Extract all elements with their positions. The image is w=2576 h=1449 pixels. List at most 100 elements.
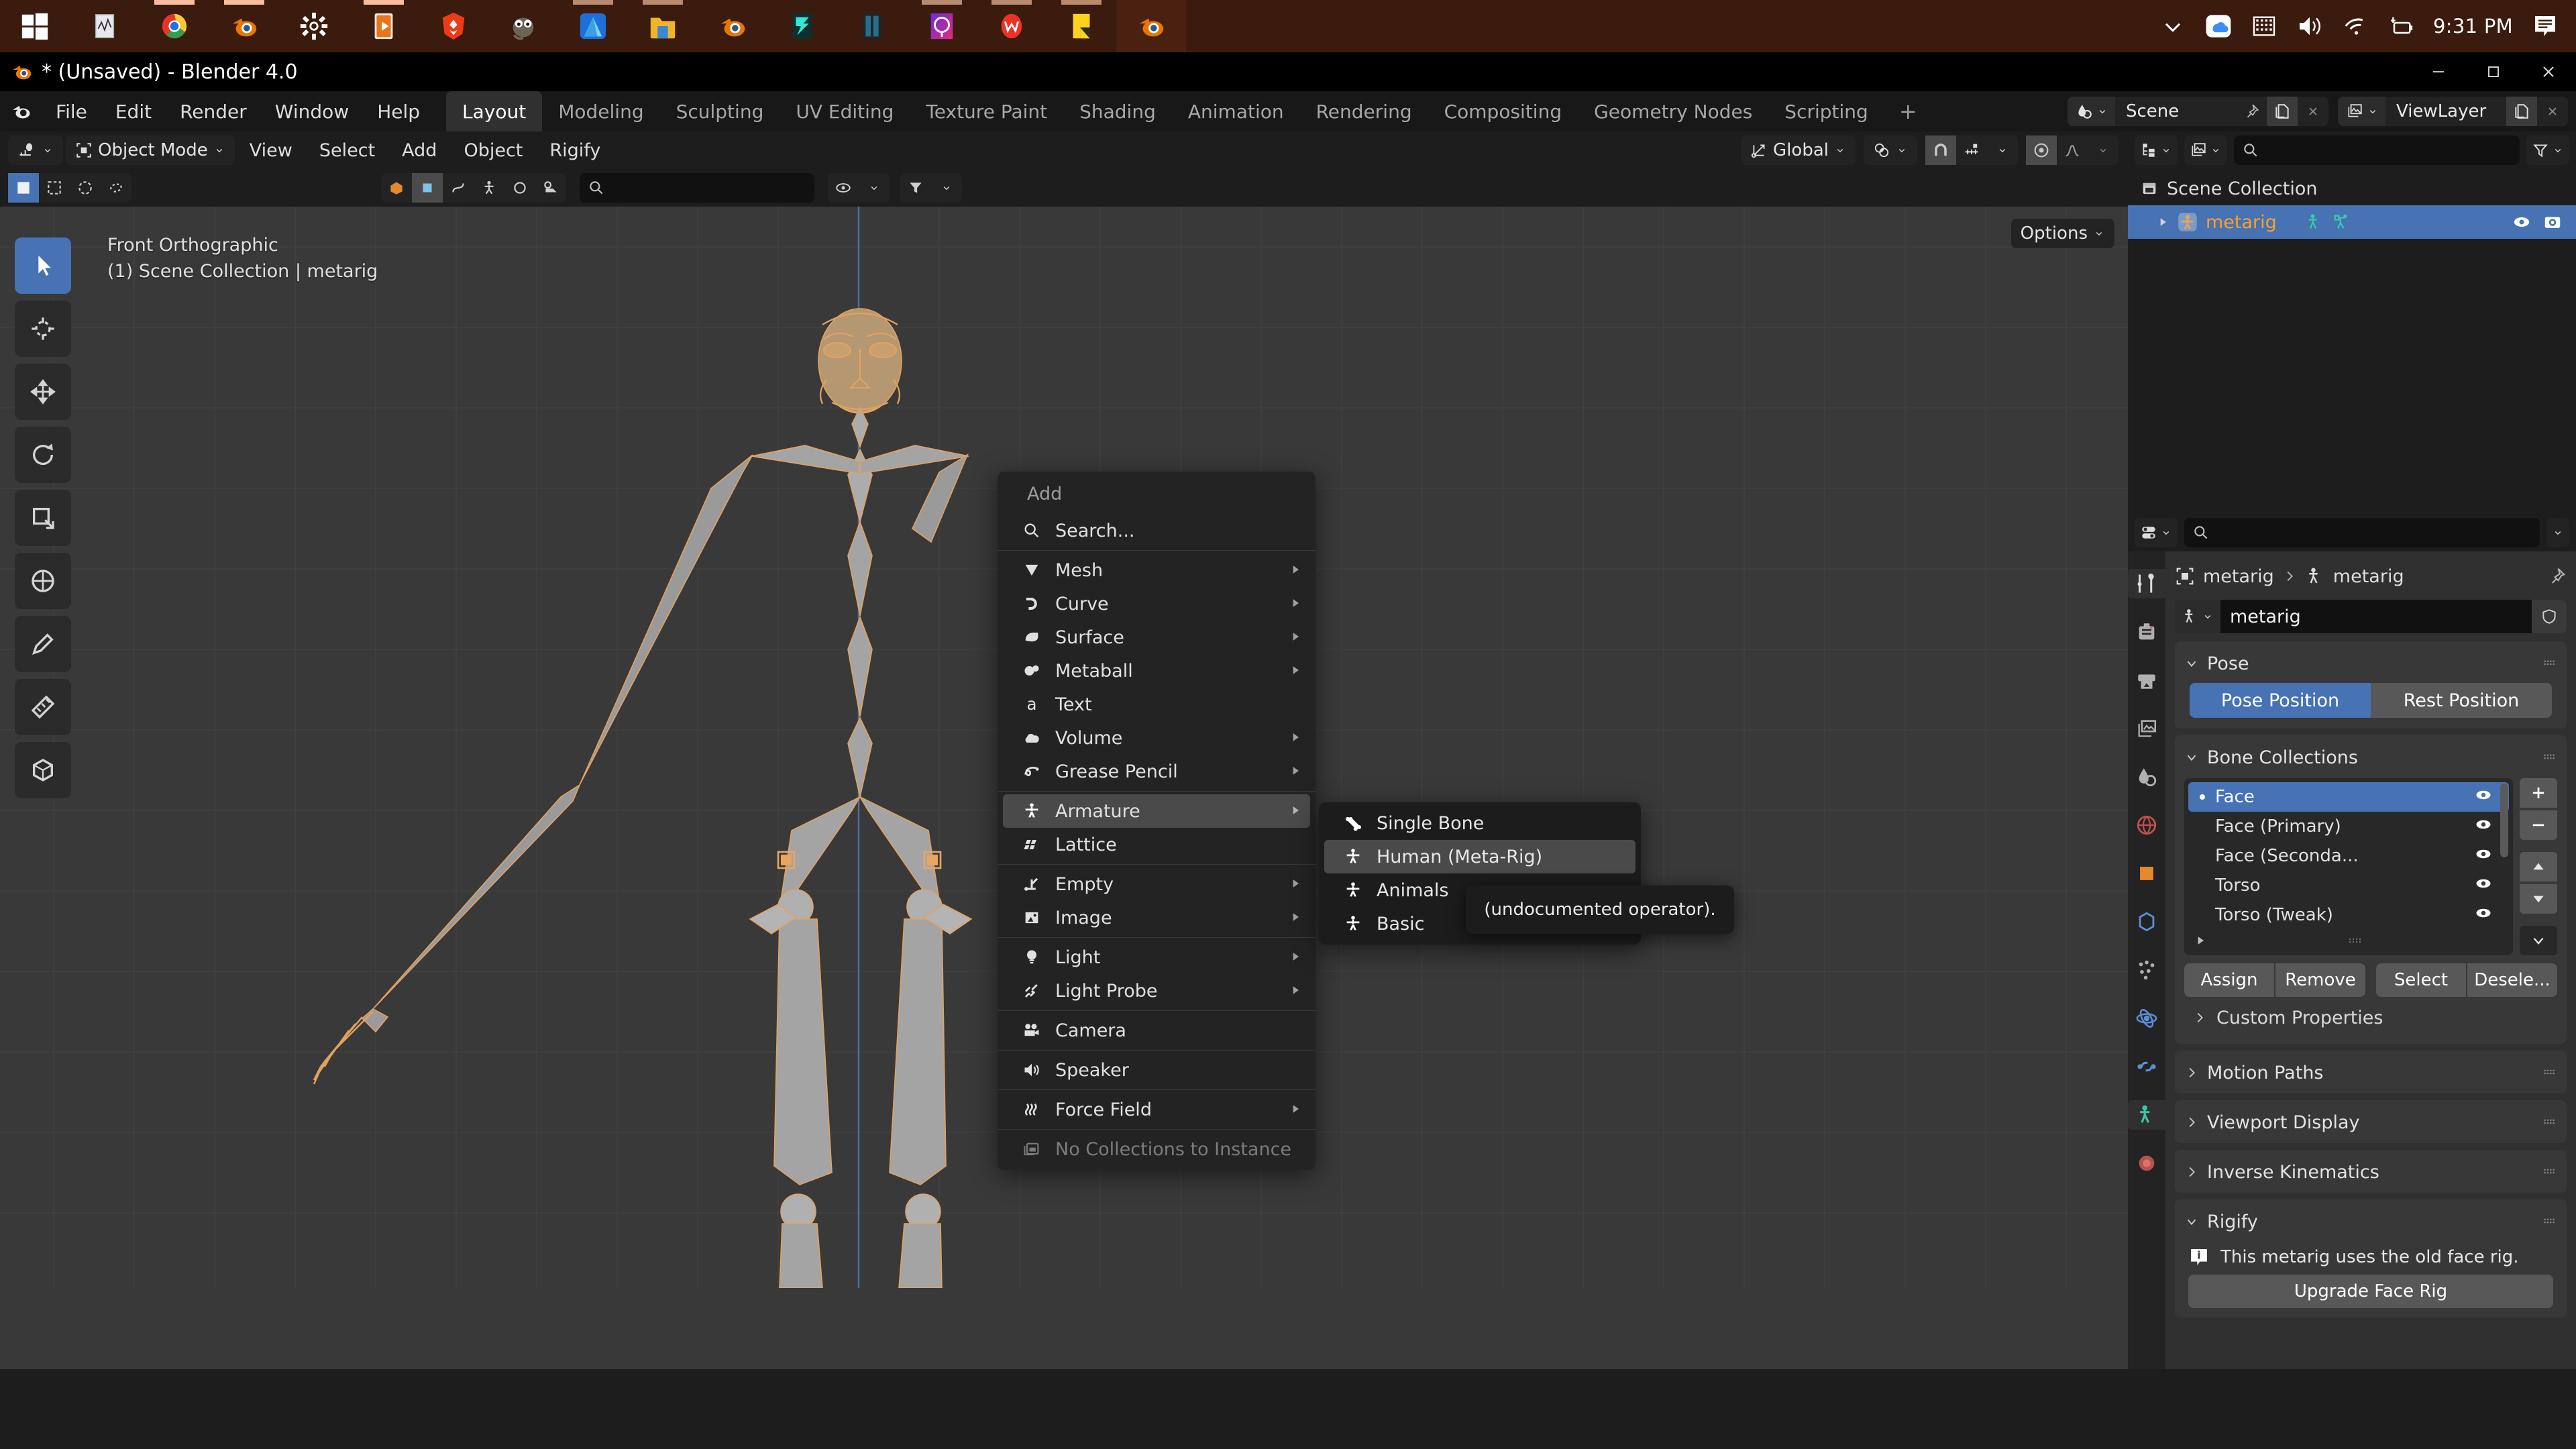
- filter-object-icon[interactable]: [412, 173, 443, 203]
- collection-specials-button[interactable]: [2520, 926, 2557, 955]
- remove-button[interactable]: Remove: [2275, 963, 2365, 997]
- add-menu-item-image[interactable]: Image: [1003, 901, 1310, 934]
- taskbar-item-fl-studio[interactable]: [767, 0, 837, 52]
- bone-collection-row-torso[interactable]: Torso: [2188, 871, 2509, 900]
- tab-uv-editing[interactable]: UV Editing: [780, 91, 910, 131]
- add-menu-item-metaball[interactable]: Metaball: [1003, 654, 1310, 688]
- pose-panel-header[interactable]: Pose: [2184, 648, 2557, 679]
- proportional-editing-group[interactable]: [2026, 136, 2118, 165]
- bone-collection-row-face-secondary[interactable]: Face (Seconda...: [2188, 841, 2509, 871]
- breadcrumb-object-name[interactable]: metarig: [2203, 566, 2274, 587]
- wifi-icon[interactable]: [2342, 13, 2369, 40]
- volume-icon[interactable]: [2296, 13, 2323, 40]
- transform-tool[interactable]: [15, 553, 71, 609]
- outliner-row-metarig[interactable]: metarig: [2128, 205, 2576, 239]
- annotate-tool[interactable]: [15, 616, 71, 672]
- notifications-icon[interactable]: [2532, 13, 2559, 40]
- armature-name-field[interactable]: metarig: [2175, 600, 2567, 633]
- drag-grip-icon[interactable]: [2540, 1114, 2557, 1131]
- tab-shading[interactable]: Shading: [1063, 91, 1172, 131]
- add-menu-item-camera[interactable]: Camera: [1003, 1014, 1310, 1047]
- filter-mesh-icon[interactable]: [381, 173, 412, 203]
- viewport-display-panel[interactable]: Viewport Display: [2175, 1100, 2567, 1143]
- tab-constraints[interactable]: [2132, 1052, 2161, 1081]
- filter-curve-icon[interactable]: [443, 173, 474, 203]
- taskbar-item-settings-gear[interactable]: [279, 0, 349, 52]
- circle-select-icon[interactable]: [70, 173, 101, 203]
- scene-field[interactable]: Scene: [2068, 97, 2328, 126]
- maximize-button[interactable]: [2466, 52, 2521, 91]
- tab-texture-paint[interactable]: Texture Paint: [910, 91, 1063, 131]
- pose-icon[interactable]: [2332, 213, 2351, 231]
- bone-collection-row-torso-tweak[interactable]: Torso (Tweak): [2188, 900, 2509, 930]
- filter-sort-group[interactable]: [900, 173, 962, 203]
- add-menu-search[interactable]: Search...: [1003, 514, 1310, 547]
- drag-grip-icon[interactable]: [2540, 749, 2557, 766]
- battery-charging-icon[interactable]: [2387, 13, 2414, 40]
- eye-icon[interactable]: [2474, 815, 2493, 839]
- menu-window[interactable]: Window: [261, 91, 363, 131]
- taskbar-clock[interactable]: 9:31 PM: [2433, 15, 2513, 38]
- motion-paths-panel[interactable]: Motion Paths: [2175, 1051, 2567, 1093]
- tab-tool[interactable]: [2128, 569, 2165, 598]
- tab-scripting[interactable]: Scripting: [1768, 91, 1884, 131]
- add-collection-button[interactable]: [2520, 778, 2557, 808]
- visibility-chevron-icon[interactable]: [859, 173, 890, 203]
- box-select-icon[interactable]: [39, 173, 70, 203]
- filter-mode-group[interactable]: [381, 173, 566, 203]
- bone-collections-panel-header[interactable]: Bone Collections: [2184, 742, 2557, 773]
- add-cube-tool[interactable]: [15, 742, 71, 798]
- assign-button[interactable]: Assign: [2184, 963, 2274, 997]
- menu-help[interactable]: Help: [363, 91, 434, 131]
- taskbar-item-blender[interactable]: [209, 0, 279, 52]
- scale-tool[interactable]: [15, 490, 71, 546]
- tab-particles[interactable]: [2132, 955, 2161, 985]
- unlink-viewlayer-button[interactable]: [2537, 97, 2568, 126]
- add-menu-item-surface[interactable]: Surface: [1003, 621, 1310, 654]
- viewport-menu-object[interactable]: Object: [451, 140, 535, 161]
- filter-armature-icon[interactable]: [474, 173, 504, 203]
- unlink-scene-button[interactable]: [2298, 97, 2328, 126]
- outliner-display-mode-button[interactable]: [2135, 136, 2178, 165]
- pin-icon[interactable]: [2546, 566, 2567, 586]
- add-menu-item-armature[interactable]: Armature: [1003, 794, 1310, 828]
- bone-collection-row-face-primary[interactable]: Face (Primary): [2188, 812, 2509, 841]
- taskbar-item-blender-active[interactable]: [1116, 0, 1186, 52]
- add-workspace-button[interactable]: +: [1884, 91, 1932, 131]
- armature-data-icon[interactable]: [2175, 600, 2220, 633]
- viewport-options-button[interactable]: Options: [2010, 219, 2114, 248]
- select-button[interactable]: Select: [2376, 963, 2466, 997]
- motion-paths-header[interactable]: Motion Paths: [2184, 1057, 2557, 1088]
- snap-magnet-icon[interactable]: [1925, 136, 1956, 165]
- outliner-row-scene-collection[interactable]: Scene Collection: [2128, 172, 2576, 205]
- custom-properties-subpanel-header[interactable]: Custom Properties: [2184, 1001, 2557, 1034]
- taskbar-item-brave-browser[interactable]: [419, 0, 488, 52]
- taskbar-item-wondershare[interactable]: [977, 0, 1046, 52]
- drag-grip-icon[interactable]: [2540, 1163, 2557, 1181]
- viewport-menu-view[interactable]: View: [237, 140, 305, 161]
- tab-scene[interactable]: [2132, 762, 2161, 792]
- expand-triangle-icon[interactable]: [2156, 215, 2169, 229]
- add-menu-item-light-probe[interactable]: Light Probe: [1003, 974, 1310, 1008]
- taskbar-item-notes-app[interactable]: [70, 0, 140, 52]
- visibility-icon[interactable]: [828, 173, 859, 203]
- measure-tool[interactable]: [15, 679, 71, 735]
- properties-editor-type-button[interactable]: [2135, 518, 2178, 547]
- tab-output[interactable]: [2132, 665, 2161, 695]
- cursor-tool[interactable]: [15, 301, 71, 357]
- tab-render[interactable]: [2132, 617, 2161, 647]
- filter-camera-icon[interactable]: [535, 173, 566, 203]
- taskbar-item-blender-second[interactable]: [698, 0, 767, 52]
- tab-compositing[interactable]: Compositing: [1428, 91, 1578, 131]
- viewport-menu-add[interactable]: Add: [390, 140, 449, 161]
- tab-physics[interactable]: [2132, 1004, 2161, 1033]
- tab-material[interactable]: [2132, 1148, 2161, 1178]
- menu-edit[interactable]: Edit: [101, 91, 166, 131]
- add-menu-item-mesh[interactable]: Mesh: [1003, 553, 1310, 587]
- pin-scene-button[interactable]: [2236, 97, 2267, 126]
- outliner-filter-id-button[interactable]: [2184, 136, 2227, 165]
- inverse-kinematics-header[interactable]: Inverse Kinematics: [2184, 1157, 2557, 1187]
- viewport-display-header[interactable]: Viewport Display: [2184, 1107, 2557, 1138]
- tab-animation[interactable]: Animation: [1172, 91, 1300, 131]
- minimize-button[interactable]: [2411, 52, 2466, 91]
